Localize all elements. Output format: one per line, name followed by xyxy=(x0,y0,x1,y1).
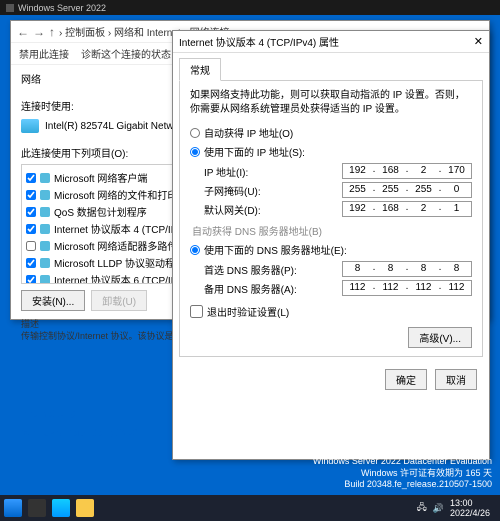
ipv4-properties-window: Internet 协议版本 4 (TCP/IPv4) 属性 ✕ 常规 如果网络支… xyxy=(172,30,490,460)
radio-manual-dns-label: 使用下面的 DNS 服务器地址(E): xyxy=(204,242,347,257)
component-icon xyxy=(40,224,50,234)
cancel-button[interactable]: 取消 xyxy=(435,369,477,390)
dns2-label: 备用 DNS 服务器(A): xyxy=(204,281,342,296)
gw-label: 默认网关(D): xyxy=(204,202,342,217)
component-icon xyxy=(40,190,50,200)
component-icon xyxy=(40,173,50,183)
ipv4-info: 如果网络支持此功能，则可以获取自动指派的 IP 设置。否则，你需要从网络系统管理… xyxy=(190,89,472,117)
dns2-input[interactable]: 112.112.112.112 xyxy=(342,280,472,296)
vm-title: Windows Server 2022 xyxy=(18,3,106,13)
item-label: Internet 协议版本 6 (TCP/IPv6) xyxy=(54,272,191,284)
ipv4-title: Internet 协议版本 4 (TCP/IPv4) 属性 xyxy=(179,34,339,49)
back-icon[interactable]: ← xyxy=(17,25,29,39)
chk-6[interactable] xyxy=(26,275,36,285)
radio-auto-dns-label: 自动获得 DNS 服务器地址(B) xyxy=(192,223,472,238)
item-label: QoS 数据包计划程序 xyxy=(54,204,147,219)
ip-input[interactable]: 192.168.2.170 xyxy=(342,163,472,179)
explorer-icon[interactable] xyxy=(76,499,94,517)
ip-label: IP 地址(I): xyxy=(204,164,342,179)
component-icon xyxy=(40,241,50,251)
close-icon[interactable]: ✕ xyxy=(474,35,483,48)
chk-5[interactable] xyxy=(26,258,36,268)
dns1-label: 首选 DNS 服务器(P): xyxy=(204,262,342,277)
radio-auto-ip-label: 自动获得 IP 地址(O) xyxy=(204,125,293,140)
mask-input[interactable]: 255.255.255.0 xyxy=(342,182,472,198)
component-icon xyxy=(40,258,50,268)
chk-1[interactable] xyxy=(26,190,36,200)
chk-4[interactable] xyxy=(26,241,36,251)
item-label: Microsoft 网络客户端 xyxy=(54,170,147,185)
install-button[interactable]: 安装(N)... xyxy=(21,290,85,311)
system-tray[interactable]: 🖧 🔊 13:00 2022/4/26 xyxy=(417,498,496,518)
advanced-button[interactable]: 高级(V)... xyxy=(408,327,472,348)
component-icon xyxy=(40,275,50,285)
chk-0[interactable] xyxy=(26,173,36,183)
cmd-diagnose[interactable]: 诊断这个连接的状态 xyxy=(81,46,171,61)
forward-icon[interactable]: → xyxy=(33,25,45,39)
chk-3[interactable] xyxy=(26,224,36,234)
start-icon[interactable] xyxy=(4,499,22,517)
chk-2[interactable] xyxy=(26,207,36,217)
watermark: Windows Server 2022 Datacenter Evaluatio… xyxy=(313,456,492,491)
tray-network-icon[interactable]: 🖧 xyxy=(417,500,427,516)
radio-manual-ip[interactable] xyxy=(190,147,200,157)
vm-icon xyxy=(6,4,14,12)
cmd-disable[interactable]: 禁用此连接 xyxy=(19,46,69,61)
validate-checkbox[interactable] xyxy=(190,305,203,318)
clock-time: 13:00 xyxy=(450,498,490,508)
mask-label: 子网掩码(U): xyxy=(204,183,342,198)
item-label: Microsoft LLDP 协议驱动程序 xyxy=(54,255,185,270)
taskbar: 🖧 🔊 13:00 2022/4/26 xyxy=(0,495,500,521)
dns1-input[interactable]: 8.8.8.8 xyxy=(342,261,472,277)
tab-general[interactable]: 常规 xyxy=(179,58,221,81)
clock-date: 2022/4/26 xyxy=(450,508,490,518)
radio-manual-dns[interactable] xyxy=(190,245,200,255)
vm-titlebar: Windows Server 2022 xyxy=(0,0,500,15)
ok-button[interactable]: 确定 xyxy=(385,369,427,390)
search-icon[interactable] xyxy=(28,499,46,517)
item-label: Internet 协议版本 4 (TCP/IPv4) xyxy=(54,221,191,236)
edge-icon[interactable] xyxy=(52,499,70,517)
validate-label: 退出时验证设置(L) xyxy=(207,304,289,319)
radio-auto-ip[interactable] xyxy=(190,128,200,138)
up-icon[interactable]: ↑ xyxy=(49,25,55,39)
nic-icon xyxy=(21,119,39,133)
tray-sound-icon[interactable]: 🔊 xyxy=(433,503,444,514)
uninstall-button: 卸载(U) xyxy=(91,290,147,311)
component-icon xyxy=(40,207,50,217)
gw-input[interactable]: 192.168.2.1 xyxy=(342,201,472,217)
radio-manual-ip-label: 使用下面的 IP 地址(S): xyxy=(204,144,305,159)
